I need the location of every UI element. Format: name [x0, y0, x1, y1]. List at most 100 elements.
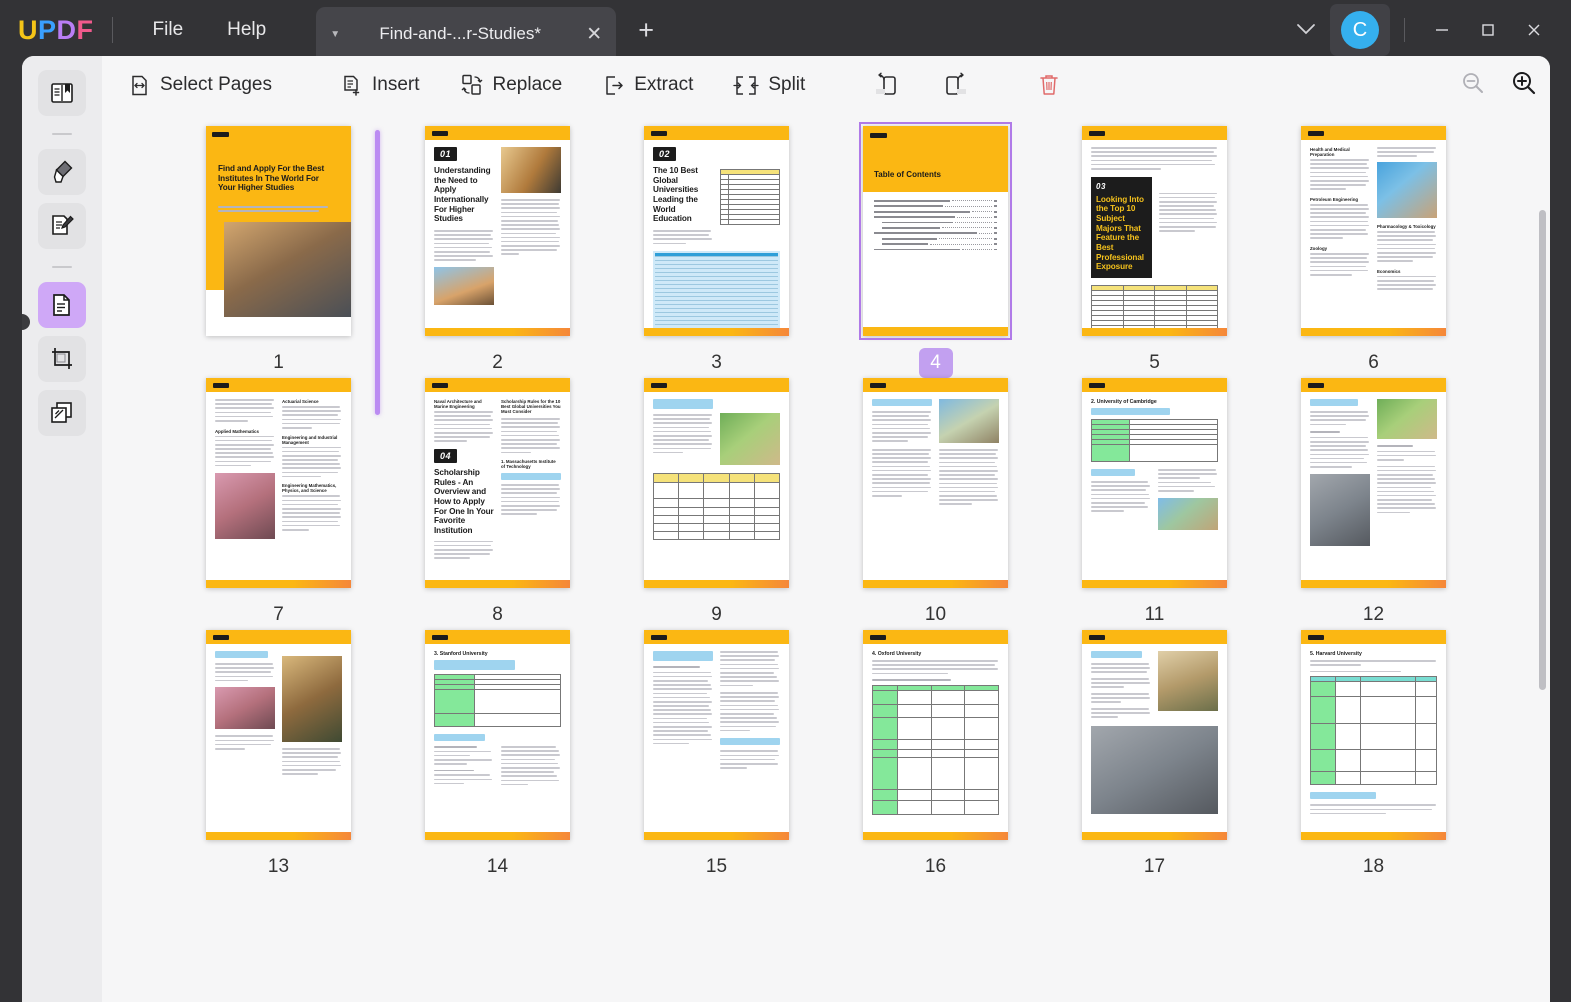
pages-grid: Find and Apply For the Best Institutes I… [102, 114, 1550, 882]
pages-grid-scroll-area[interactable]: Find and Apply For the Best Institutes I… [102, 114, 1550, 1002]
split-page-icon [733, 74, 759, 97]
page-thumbnail-3[interactable]: 02 The 10 Best Global Universities Leadi… [644, 126, 789, 336]
page-cell-18[interactable]: 5. Harvard University [1264, 630, 1483, 882]
page-thumbnail-9[interactable] [644, 378, 789, 588]
toc-entry [874, 243, 997, 245]
toc-entry [874, 232, 997, 234]
page-thumbnail-7[interactable]: Applied Mathematics Actuarial Science [206, 378, 351, 588]
toc-entry [874, 238, 997, 240]
page-thumbnail-10[interactable] [863, 378, 1008, 588]
rotate-right-button[interactable] [929, 65, 981, 105]
highlight-bar [215, 651, 268, 658]
page-cell-13[interactable]: 13 [169, 630, 388, 882]
sidebar-item-reader-view[interactable] [38, 70, 86, 116]
left-sidebar [22, 56, 102, 1002]
minimize-button[interactable] [1419, 10, 1465, 50]
replace-label: Replace [493, 74, 563, 96]
page-thumbnail-13[interactable] [206, 630, 351, 840]
extract-button[interactable]: Extract [590, 67, 705, 104]
account-button[interactable]: C [1330, 4, 1390, 56]
sidebar-item-batch-process[interactable] [38, 390, 86, 436]
page-cell-4[interactable]: Table of Contents [826, 126, 1045, 378]
page-heading-11: 2. University of Cambridge [1091, 399, 1218, 405]
chevron-down-icon[interactable] [1282, 12, 1330, 48]
menu-file[interactable]: File [131, 13, 206, 47]
replace-button[interactable]: Replace [448, 66, 575, 104]
page-cell-11[interactable]: 2. University of Cambridge [1045, 378, 1264, 630]
maximize-button[interactable] [1465, 10, 1511, 50]
zoom-out-button[interactable] [1448, 62, 1498, 109]
page-heading-16: 4. Oxford University [872, 651, 999, 657]
page-number-7: 7 [262, 600, 296, 630]
page-thumbnail-2[interactable]: 01 Understanding the Need to Apply Inter… [425, 126, 570, 336]
page-thumbnail-18[interactable]: 5. Harvard University [1301, 630, 1446, 840]
page-thumbnail-1[interactable]: Find and Apply For the Best Institutes I… [206, 126, 351, 336]
highlight-bar [653, 651, 713, 661]
zoom-in-button[interactable] [1498, 61, 1550, 110]
menu-help[interactable]: Help [205, 13, 288, 47]
section-heading: Zoology [1310, 246, 1370, 251]
page-cell-15[interactable]: 15 [607, 630, 826, 882]
sidebar-item-crop-pages[interactable] [38, 336, 86, 382]
document-tab[interactable]: ▼ Find-and-...r-Studies* ✕ [316, 7, 616, 61]
page-number-13: 13 [262, 852, 296, 882]
section-heading: Health and Medical Preparation [1310, 147, 1370, 157]
page-thumbnail-8[interactable]: Naval Architecture and Marine Engineerin… [425, 378, 570, 588]
page-cell-2[interactable]: 01 Understanding the Need to Apply Inter… [388, 126, 607, 378]
page-thumbnail-12[interactable] [1301, 378, 1446, 588]
tab-close-icon[interactable]: ✕ [586, 23, 602, 46]
extract-page-icon [602, 74, 625, 97]
page-cell-6[interactable]: Health and Medical Preparation Petroleum… [1264, 126, 1483, 378]
page-cell-9[interactable]: 9 [607, 378, 826, 630]
page-cell-1[interactable]: Find and Apply For the Best Institutes I… [169, 126, 388, 378]
zoom-in-icon [1510, 69, 1538, 97]
page-cell-3[interactable]: 02 The 10 Best Global Universities Leadi… [607, 126, 826, 378]
page-number-16: 16 [919, 852, 953, 882]
page-number-12: 12 [1357, 600, 1391, 630]
cover-title: Find and Apply For the Best Institutes I… [218, 164, 335, 193]
page-thumbnail-16[interactable]: 4. Oxford University [863, 630, 1008, 840]
page-cell-12[interactable]: 12 [1264, 378, 1483, 630]
page-thumbnail-14[interactable]: 3. Stanford University [425, 630, 570, 840]
highlight-bar [501, 473, 561, 480]
new-tab-button[interactable]: + [638, 15, 654, 46]
insert-button[interactable]: Insert [328, 67, 432, 104]
tab-caret-down-icon[interactable]: ▼ [330, 29, 340, 40]
sidebar-collapse-handle[interactable] [22, 314, 30, 330]
sidebar-item-organize-pages[interactable] [38, 282, 86, 328]
page-cell-8[interactable]: Naval Architecture and Marine Engineerin… [388, 378, 607, 630]
select-pages-label: Select Pages [160, 74, 272, 96]
chapter-badge-8: 04 [434, 449, 457, 463]
page-heading-5: Looking Into the Top 10 Subject Majors T… [1096, 195, 1147, 272]
page-thumbnail-6[interactable]: Health and Medical Preparation Petroleum… [1301, 126, 1446, 336]
page-thumbnail-11[interactable]: 2. University of Cambridge [1082, 378, 1227, 588]
toc-entry [874, 205, 997, 207]
page-thumbnail-17[interactable] [1082, 630, 1227, 840]
highlight-bar [1091, 469, 1135, 476]
page-cell-14[interactable]: 3. Stanford University [388, 630, 607, 882]
vertical-scrollbar[interactable] [1539, 210, 1546, 690]
main-window: Select Pages Insert [22, 56, 1550, 1002]
page-thumbnail-15[interactable] [644, 630, 789, 840]
close-window-button[interactable] [1511, 10, 1557, 50]
page-cell-17[interactable]: 17 [1045, 630, 1264, 882]
sidebar-item-edit-pdf[interactable] [38, 203, 86, 249]
page-number-6: 6 [1357, 348, 1391, 378]
rotate-left-button[interactable] [861, 65, 913, 105]
page-cell-7[interactable]: Applied Mathematics Actuarial Science [169, 378, 388, 630]
sidebar-item-annotate-highlight[interactable] [38, 149, 86, 195]
page-number-11: 11 [1138, 600, 1172, 630]
replace-page-icon [460, 73, 484, 97]
page-thumbnail-4[interactable]: Table of Contents [863, 126, 1008, 336]
select-pages-button[interactable]: Select Pages [116, 67, 284, 104]
page-cell-10[interactable]: 10 [826, 378, 1045, 630]
page-cell-16[interactable]: 4. Oxford University [826, 630, 1045, 882]
page-cell-5[interactable]: 03 Looking Into the Top 10 Subject Major… [1045, 126, 1264, 378]
toc-entry [874, 249, 997, 251]
page-thumbnail-5[interactable]: 03 Looking Into the Top 10 Subject Major… [1082, 126, 1227, 336]
sidebar-divider-2 [52, 266, 72, 268]
split-button[interactable]: Split [721, 67, 817, 104]
layers-icon [48, 399, 76, 427]
titlebar-right-group: C [1282, 4, 1571, 56]
delete-pages-button[interactable] [1025, 65, 1073, 105]
